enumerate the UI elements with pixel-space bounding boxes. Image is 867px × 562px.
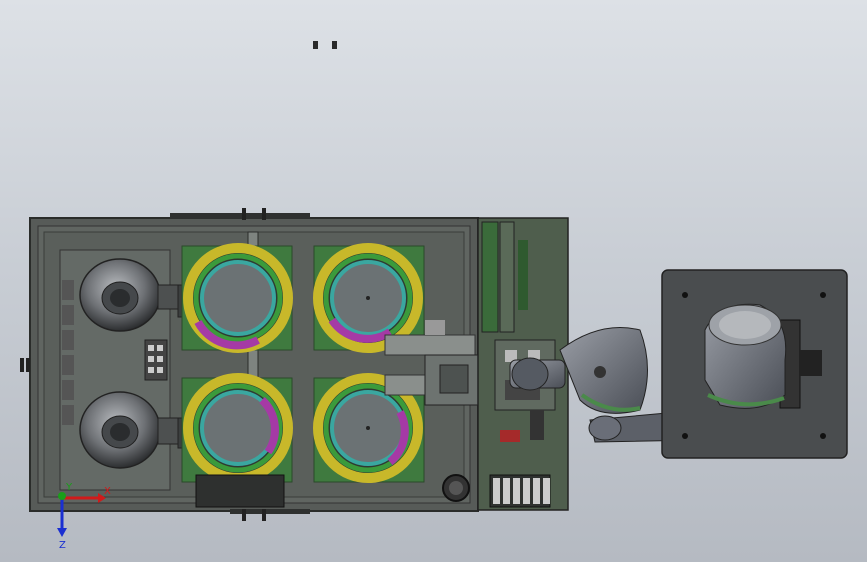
cad-viewport[interactable]: X Y Z [0,0,867,562]
axis-y-label: Y [65,482,73,493]
rotary-feeder-icon[interactable] [181,373,293,483]
rotary-feeder-icon[interactable] [313,243,425,353]
cad-scene[interactable]: X Y Z [0,0,867,562]
rotary-feeder-icon[interactable] [181,243,293,353]
robot-base-plate-icon[interactable] [661,269,848,459]
axis-x-label: X [104,486,111,497]
bottom-cover [195,474,285,508]
marker-right [332,41,337,49]
axis-z-label: Z [59,540,66,551]
marker-left [313,41,318,49]
